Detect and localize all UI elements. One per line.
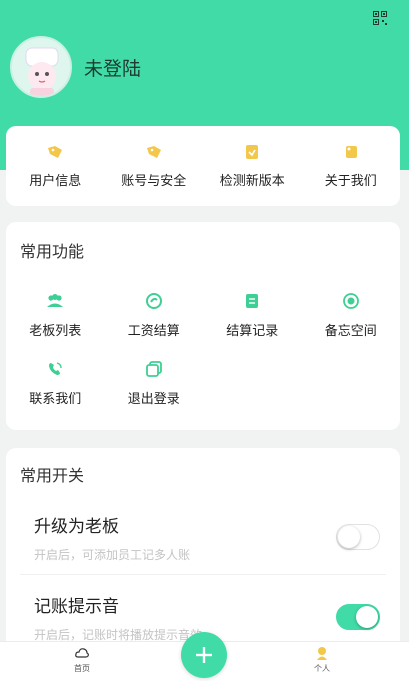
add-record-button[interactable] xyxy=(181,632,227,678)
user-info-label: 用户信息 xyxy=(29,174,82,189)
account-security-label: 账号与安全 xyxy=(121,174,187,189)
about-us-button[interactable]: 关于我们 xyxy=(302,126,401,206)
tab-home[interactable]: 首页 xyxy=(52,646,112,674)
tab-home-label: 首页 xyxy=(74,664,90,673)
personal-icon xyxy=(317,647,327,660)
tag-icon xyxy=(146,146,161,158)
tab-personal-label: 个人 xyxy=(314,664,330,673)
contact-us-label: 联系我们 xyxy=(29,392,82,407)
logout-button[interactable]: 退出登录 xyxy=(105,360,204,428)
avatar-icon[interactable] xyxy=(10,36,72,98)
logout-icon xyxy=(145,361,162,377)
memo-space-label: 备忘空间 xyxy=(324,324,377,339)
qrcode-icon[interactable] xyxy=(373,11,387,25)
divider xyxy=(20,574,386,575)
upgrade-boss-desc: 开启后，可添加员工记多人账 xyxy=(34,548,191,562)
users-icon xyxy=(47,294,64,307)
wage-settlement-label: 工资结算 xyxy=(127,324,180,339)
home-cloud-icon xyxy=(75,648,89,658)
memo-icon xyxy=(342,293,359,309)
version-icon xyxy=(246,145,259,159)
sound-toggle[interactable] xyxy=(336,604,380,630)
check-version-button[interactable]: 检测新版本 xyxy=(203,126,302,206)
settlement-record-button[interactable]: 结算记录 xyxy=(203,292,302,360)
wage-icon xyxy=(145,293,162,309)
account-menu-card: 用户信息 账号与安全 检测新版本 关于我们 xyxy=(6,126,400,206)
account-security-button[interactable]: 账号与安全 xyxy=(105,126,204,206)
tab-personal[interactable]: 个人 xyxy=(292,646,352,674)
functions-title: 常用功能 xyxy=(20,242,85,261)
username[interactable]: 未登陆 xyxy=(84,54,141,81)
sound-title: 记账提示音 xyxy=(34,597,119,617)
tag-icon xyxy=(48,146,63,158)
logout-label: 退出登录 xyxy=(127,392,180,407)
contact-us-button[interactable]: 联系我们 xyxy=(6,360,105,428)
settlement-record-label: 结算记录 xyxy=(226,324,279,339)
user-info-button[interactable]: 用户信息 xyxy=(6,126,105,206)
switches-title: 常用开关 xyxy=(20,466,85,485)
boss-list-button[interactable]: 老板列表 xyxy=(6,292,105,360)
plus-icon xyxy=(196,647,212,663)
phone-icon xyxy=(49,362,62,375)
about-icon xyxy=(345,146,357,158)
upgrade-boss-toggle[interactable] xyxy=(336,524,380,550)
memo-space-button[interactable]: 备忘空间 xyxy=(302,292,401,360)
common-functions-card: 常用功能 老板列表 工资结算 结算记录 备忘空间 联系我们 退出登录 xyxy=(6,222,400,430)
check-version-label: 检测新版本 xyxy=(219,174,285,189)
upgrade-boss-title: 升级为老板 xyxy=(34,517,119,537)
boss-list-label: 老板列表 xyxy=(29,324,82,339)
wage-settlement-button[interactable]: 工资结算 xyxy=(105,292,204,360)
record-icon xyxy=(246,294,259,308)
about-us-label: 关于我们 xyxy=(324,174,377,189)
